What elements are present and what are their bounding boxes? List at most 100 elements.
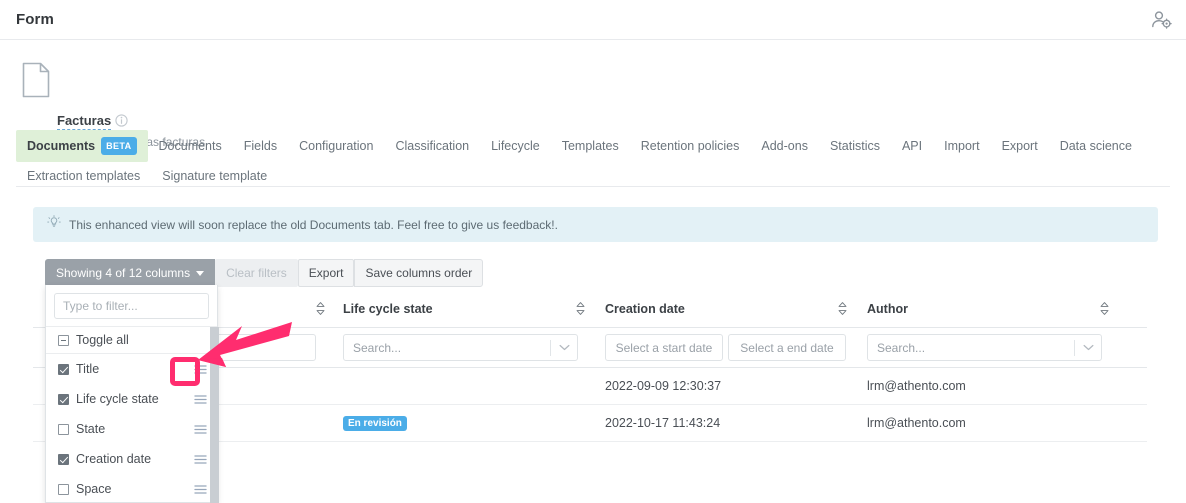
tab-classification[interactable]: Classification [384, 132, 480, 160]
tab-label: Import [944, 139, 979, 153]
tab-label: Retention policies [641, 139, 740, 153]
tab-label: Export [1002, 139, 1038, 153]
author-filter-placeholder: Search... [876, 341, 925, 355]
drag-handle-icon[interactable] [194, 484, 207, 495]
column-item-space[interactable]: Space [46, 474, 217, 503]
save-columns-order-button[interactable]: Save columns order [354, 259, 483, 287]
tab-documents[interactable]: Documents [148, 132, 233, 160]
tab-documents-beta[interactable]: Documents BETA [16, 130, 148, 162]
column-header-life-cycle-state-label: Life cycle state [343, 302, 433, 316]
end-date-placeholder: Select a end date [740, 341, 833, 355]
column-item-checkbox[interactable] [58, 454, 69, 465]
tab-api[interactable]: API [891, 132, 933, 160]
tab-data-science[interactable]: Data science [1049, 132, 1143, 160]
drag-handle-icon[interactable] [194, 424, 207, 435]
lifecycle-filter-select[interactable]: Search... [343, 334, 578, 361]
sort-updown-icon[interactable] [576, 302, 585, 315]
tab-label: Documents [159, 139, 222, 153]
column-header-creation-date-label: Creation date [605, 302, 685, 316]
toggle-all-row[interactable]: Toggle all [46, 326, 217, 354]
tab-label: Classification [395, 139, 469, 153]
column-item-label: Space [76, 482, 194, 496]
tab-label: Fields [244, 139, 277, 153]
column-item-checkbox[interactable] [58, 484, 69, 495]
tab-add-ons[interactable]: Add-ons [750, 132, 819, 160]
column-item-checkbox[interactable] [58, 424, 69, 435]
cell-author: lrm@athento.com [854, 379, 1147, 393]
column-item-state[interactable]: State [46, 414, 217, 444]
chevron-down-icon[interactable] [1075, 344, 1101, 351]
info-banner: This enhanced view will soon replace the… [33, 207, 1158, 242]
tab-label: Signature template [162, 169, 267, 183]
cell-creation-date: 2022-10-17 11:43:24 [592, 416, 854, 430]
filter-cell-author: Search... [854, 334, 1147, 361]
column-item-label: Creation date [76, 452, 194, 466]
columns-dropdown-panel: Toggle all TitleLife cycle stateStateCre… [45, 285, 218, 503]
tab-label: Data science [1060, 139, 1132, 153]
tab-bar-divider [16, 186, 1170, 187]
drag-handle-icon[interactable] [194, 394, 207, 405]
tab-import[interactable]: Import [933, 132, 990, 160]
sort-updown-icon[interactable] [316, 302, 325, 315]
tab-export[interactable]: Export [991, 132, 1049, 160]
tab-label: Extraction templates [27, 169, 140, 183]
column-header-life-cycle-state[interactable]: Life cycle state [330, 292, 592, 316]
tab-fields[interactable]: Fields [233, 132, 288, 160]
page-title: Form [16, 11, 54, 28]
column-header-author-label: Author [867, 302, 908, 316]
end-date-input[interactable]: Select a end date [728, 334, 846, 361]
sort-updown-icon[interactable] [1100, 302, 1109, 315]
toggle-all-checkbox[interactable] [58, 335, 69, 346]
document-title-link[interactable]: Facturas [57, 113, 111, 130]
column-header-author[interactable]: Author [854, 292, 1147, 316]
column-item-checkbox[interactable] [58, 364, 69, 375]
columns-filter-wrapper [46, 285, 217, 326]
cell-creation-date: 2022-09-09 12:30:37 [592, 379, 854, 393]
banner-text: This enhanced view will soon replace the… [69, 218, 558, 232]
document-file-icon [22, 62, 50, 98]
tab-retention-policies[interactable]: Retention policies [630, 132, 751, 160]
table-toolbar: Showing 4 of 12 columns Clear filters Ex… [45, 259, 483, 287]
tab-bar: Documents BETA Documents Fields Configuratio… [16, 130, 1170, 190]
lightbulb-icon [47, 215, 61, 234]
columns-filter-input[interactable] [54, 293, 209, 319]
tab-label: Documents [27, 139, 95, 153]
chevron-down-icon [196, 271, 204, 276]
beta-badge: BETA [101, 137, 136, 155]
chevron-down-icon[interactable] [551, 344, 577, 351]
clear-filters-button[interactable]: Clear filters [215, 259, 298, 287]
app-root: Form Facturas [0, 0, 1186, 503]
column-item-label: State [76, 422, 194, 436]
column-item-life-cycle-state[interactable]: Life cycle state [46, 384, 217, 414]
tab-statistics[interactable]: Statistics [819, 132, 891, 160]
tab-label: Statistics [830, 139, 880, 153]
tab-label: Lifecycle [491, 139, 540, 153]
column-item-checkbox[interactable] [58, 394, 69, 405]
tab-label: Configuration [299, 139, 373, 153]
tab-configuration[interactable]: Configuration [288, 132, 384, 160]
column-item-creation-date[interactable]: Creation date [46, 444, 217, 474]
start-date-input[interactable]: Select a start date [605, 334, 723, 361]
author-filter-select[interactable]: Search... [867, 334, 1102, 361]
start-date-placeholder: Select a start date [616, 341, 713, 355]
annotation-arrow [196, 320, 292, 375]
tab-label: Templates [562, 139, 619, 153]
export-button[interactable]: Export [298, 259, 355, 287]
tab-label: Add-ons [761, 139, 808, 153]
columns-dropdown-button[interactable]: Showing 4 of 12 columns [45, 259, 215, 287]
column-header-creation-date[interactable]: Creation date [592, 292, 854, 316]
status-badge: En revisión [343, 416, 407, 431]
document-header: Facturas Go back to Nuevas facturas [0, 40, 1186, 110]
tab-templates[interactable]: Templates [551, 132, 630, 160]
toggle-all-label: Toggle all [76, 333, 129, 347]
filter-cell-creation-date: Select a start date Select a end date [592, 334, 854, 361]
cell-author: lrm@athento.com [854, 416, 1147, 430]
tab-label: API [902, 139, 922, 153]
user-settings-icon[interactable] [1150, 9, 1174, 31]
tab-lifecycle[interactable]: Lifecycle [480, 132, 551, 160]
sort-updown-icon[interactable] [838, 302, 847, 315]
info-circle-icon[interactable] [115, 114, 128, 127]
drag-handle-icon[interactable] [194, 454, 207, 465]
column-item-label: Life cycle state [76, 392, 194, 406]
columns-dropdown-label: Showing 4 of 12 columns [56, 266, 190, 280]
